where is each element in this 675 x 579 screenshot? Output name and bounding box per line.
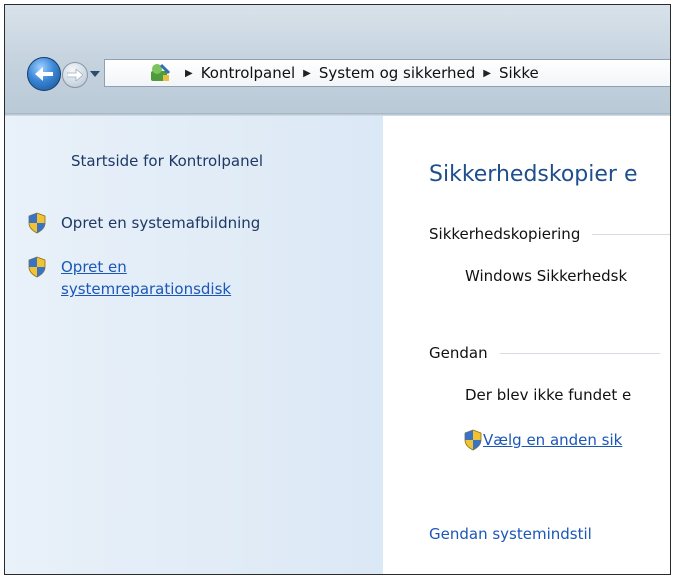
breadcrumb-separator-icon[interactable]: ▶ bbox=[483, 68, 491, 79]
breadcrumb-system-og-sikkerhed[interactable]: System og sikkerhed bbox=[319, 64, 475, 82]
task-pane: Startside for Kontrolpanel Opret en syst… bbox=[5, 116, 383, 574]
section-divider bbox=[592, 233, 670, 235]
section-divider bbox=[499, 352, 660, 354]
dropdown-icon bbox=[90, 71, 100, 77]
uac-shield-icon bbox=[28, 256, 46, 278]
backup-section-header: Sikkerhedskopiering bbox=[429, 225, 670, 243]
restore-system-settings-link[interactable]: Gendan systemindstil bbox=[429, 525, 592, 543]
task-label[interactable]: Opret en systemafbildning bbox=[61, 212, 260, 234]
task-link-line1[interactable]: Opret en bbox=[61, 258, 127, 276]
uac-shield-icon bbox=[464, 429, 482, 451]
backup-status-text: Windows Sikkerhedsk bbox=[465, 267, 628, 285]
task-create-repair-disc[interactable]: Opret en systemreparationsdisk bbox=[27, 256, 231, 300]
explorer-window: ▶ Kontrolpanel ▶ System og sikkerhed ▶ S… bbox=[4, 4, 671, 575]
section-label: Gendan bbox=[429, 344, 488, 362]
breadcrumb-kontrolpanel[interactable]: Kontrolpanel bbox=[201, 64, 295, 82]
main-content: Sikkerhedskopier e Sikkerhedskopiering W… bbox=[383, 116, 670, 574]
section-label: Sikkerhedskopiering bbox=[429, 225, 581, 243]
back-button[interactable] bbox=[27, 57, 61, 91]
uac-shield-icon bbox=[28, 212, 46, 234]
navigation-row: ▶ Kontrolpanel ▶ System og sikkerhed ▶ S… bbox=[5, 53, 670, 93]
forward-button[interactable] bbox=[62, 62, 88, 88]
breadcrumb-separator-icon[interactable]: ▶ bbox=[303, 68, 311, 79]
task-link[interactable]: Opret en systemreparationsdisk bbox=[61, 256, 231, 300]
breadcrumb-current[interactable]: Sikke bbox=[499, 64, 539, 82]
back-arrow-icon bbox=[35, 67, 53, 81]
control-panel-home-link[interactable]: Startside for Kontrolpanel bbox=[71, 152, 263, 170]
task-create-system-image[interactable]: Opret en systemafbildning bbox=[27, 212, 260, 234]
task-link-line2[interactable]: systemreparationsdisk bbox=[61, 280, 231, 298]
page-title: Sikkerhedskopier e bbox=[429, 162, 638, 187]
link-label[interactable]: Vælg en anden sik bbox=[483, 431, 622, 449]
control-panel-icon bbox=[149, 63, 171, 83]
forward-arrow-icon bbox=[67, 69, 83, 81]
choose-other-backup-link[interactable]: Vælg en anden sik bbox=[463, 429, 622, 451]
restore-section-header: Gendan bbox=[429, 344, 660, 362]
address-bar[interactable]: ▶ Kontrolpanel ▶ System og sikkerhed ▶ S… bbox=[104, 59, 670, 87]
recent-pages-button[interactable] bbox=[90, 69, 100, 79]
restore-status-text: Der blev ikke fundet e bbox=[465, 386, 632, 404]
window-chrome: ▶ Kontrolpanel ▶ System og sikkerhed ▶ S… bbox=[5, 5, 670, 115]
breadcrumb-separator-icon[interactable]: ▶ bbox=[185, 68, 193, 79]
